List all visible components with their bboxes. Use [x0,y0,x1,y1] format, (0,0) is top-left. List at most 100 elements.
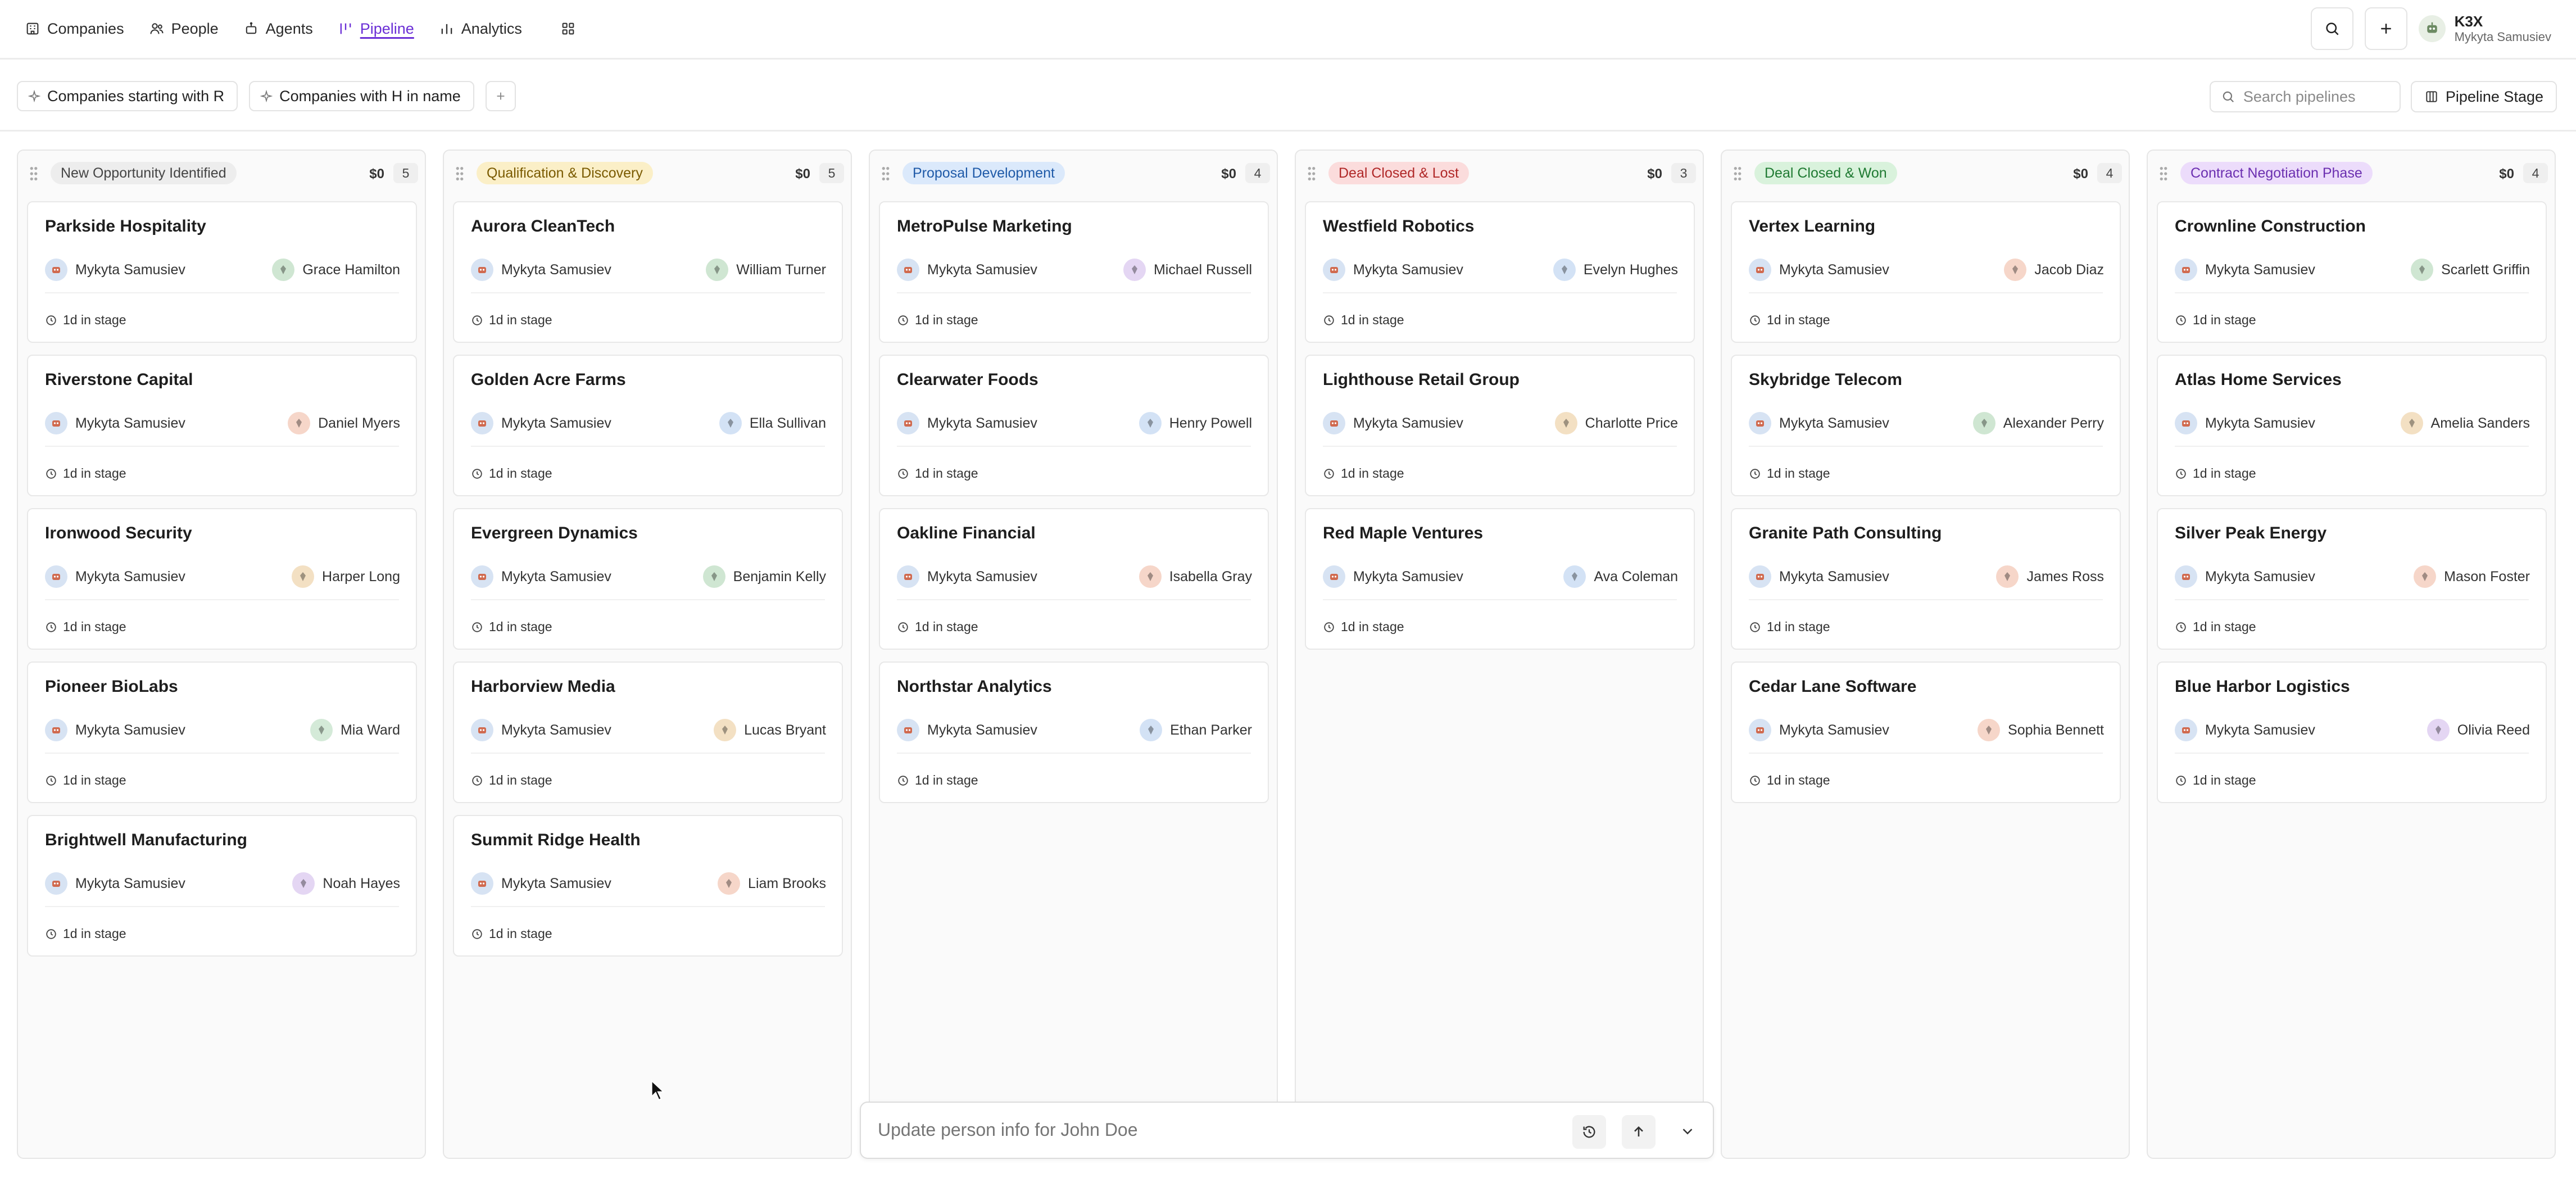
time-in-stage: 1d in stage [471,773,552,788]
deal-card[interactable]: Pioneer BioLabs Mykyta Samusiev Mia Ward 1d… [27,662,417,803]
deal-owner-name: Mykyta Samusiev [501,722,611,738]
chevron-down-icon[interactable] [1679,1123,1696,1140]
nav-agents[interactable]: Agents [243,0,313,57]
deal-owner-name: Mykyta Samusiev [501,568,611,585]
deal-contact[interactable]: Michael Russell [1123,259,1252,281]
deal-contact[interactable]: James Ross [1996,565,2104,588]
filter-chip[interactable]: Companies starting with R [17,81,238,111]
drag-handle-icon[interactable] [28,165,39,182]
deal-contact[interactable]: Ava Coleman [1563,565,1678,588]
owner-avatar [2175,719,2197,741]
stage-count-badge: 4 [1245,163,1270,183]
clock-icon [2176,315,2186,325]
deal-card[interactable]: Lighthouse Retail Group Mykyta Samusiev Ch… [1305,355,1695,496]
deal-card[interactable]: Blue Harbor Logistics Mykyta Samusiev Oliv… [2157,662,2547,803]
deal-card[interactable]: Northstar Analytics Mykyta Samusiev Ethan … [879,662,1269,803]
deal-card[interactable]: Harborview Media Mykyta Samusiev Lucas Bry… [453,662,843,803]
nav-people[interactable]: People [149,0,219,57]
deal-contact[interactable]: William Turner [706,259,826,281]
deal-card[interactable]: MetroPulse Marketing Mykyta Samusiev Micha… [879,201,1269,343]
deal-contact[interactable]: Daniel Myers [288,412,400,434]
deal-company-name: Harborview Media [471,677,615,696]
deal-contact[interactable]: Alexander Perry [1972,412,2104,434]
contact-avatar [2414,565,2437,588]
deal-contact[interactable]: Henry Powell [1139,412,1252,434]
card-divider [471,292,825,293]
group-by-stage-button[interactable]: Pipeline Stage [2410,81,2557,112]
time-in-stage: 1d in stage [1749,466,1830,481]
deal-contact[interactable]: Ella Sullivan [719,412,826,434]
contact-avatar-icon [711,572,717,581]
deal-contact[interactable]: Harper Long [292,565,400,588]
deal-contact[interactable]: Jacob Diaz [2004,259,2104,281]
deal-card[interactable]: Parkside Hospitality Mykyta Samusiev Grace… [27,201,417,343]
stage-column: Proposal Development $0 4 MetroPulse Market… [869,149,1278,1159]
search-pipelines-input[interactable]: Search pipelines [2209,81,2401,112]
deal-owner: Mykyta Samusiev [471,872,611,895]
nav-companies[interactable]: Companies [25,0,124,57]
deal-contact[interactable]: Mason Foster [2414,565,2530,588]
deal-company-name: Crownline Construction [2175,217,2366,235]
nav-analytics[interactable]: Analytics [439,0,522,57]
apps-grid-button[interactable] [556,16,580,41]
deal-contact[interactable]: Amelia Sanders [2400,412,2530,434]
drag-handle-icon[interactable] [2158,165,2169,182]
user-menu[interactable]: K3X Mykyta Samusiev [2418,13,2551,44]
drag-handle-icon[interactable] [1306,165,1317,182]
contact-avatar-icon [1131,265,1137,274]
deal-card[interactable]: Oakline Financial Mykyta Samusiev Isabella… [879,508,1269,650]
deal-card[interactable]: Golden Acre Farms Mykyta Samusiev Ella Sul… [453,355,843,496]
deal-contact[interactable]: Isabella Gray [1139,565,1252,588]
stage-name-pill: Contract Negotiation Phase [2180,162,2373,184]
deal-card[interactable]: Evergreen Dynamics Mykyta Samusiev Benjami… [453,508,843,650]
deal-contact[interactable]: Mia Ward [310,719,400,741]
drag-handle-icon[interactable] [880,165,891,182]
group-by-label: Pipeline Stage [2445,88,2543,105]
deal-contact[interactable]: Scarlett Griffin [2411,259,2530,281]
deal-owner-name: Mykyta Samusiev [501,261,611,278]
nav-pipeline[interactable]: Pipeline [338,0,414,57]
deal-card[interactable]: Atlas Home Services Mykyta Samusiev Amelia… [2157,355,2547,496]
deal-card[interactable]: Brightwell Manufacturing Mykyta Samusiev N… [27,815,417,957]
deal-card[interactable]: Ironwood Security Mykyta Samusiev Harper L… [27,508,417,650]
deal-contact[interactable]: Sophia Bennett [1978,719,2104,741]
chat-input[interactable] [878,1120,1552,1140]
deal-card[interactable]: Aurora CleanTech Mykyta Samusiev William T… [453,201,843,343]
drag-handle-icon[interactable] [454,165,465,182]
search-icon [2223,91,2234,102]
deal-card[interactable]: Silver Peak Energy Mykyta Samusiev Mason F… [2157,508,2547,650]
deal-card[interactable]: Cedar Lane Software Mykyta Samusiev Sophia… [1731,662,2121,803]
deal-card[interactable]: Westfield Robotics Mykyta Samusiev Evelyn … [1305,201,1695,343]
user-subtitle: Mykyta Samusiev [2454,30,2551,44]
create-new-button[interactable] [2364,7,2407,50]
deal-card[interactable]: Skybridge Telecom Mykyta Samusiev Alexande… [1731,355,2121,496]
deal-contact[interactable]: Olivia Reed [2427,719,2530,741]
deal-card[interactable]: Clearwater Foods Mykyta Samusiev Henry Pow… [879,355,1269,496]
deal-card[interactable]: Vertex Learning Mykyta Samusiev Jacob Diaz… [1731,201,2121,343]
deal-card[interactable]: Summit Ridge Health Mykyta Samusiev Liam B… [453,815,843,957]
deal-card[interactable]: Red Maple Ventures Mykyta Samusiev Ava Col… [1305,508,1695,650]
deal-contact[interactable]: Noah Hayes [292,872,400,895]
deal-owner: Mykyta Samusiev [1323,412,1463,434]
deal-contact-name: Alexander Perry [2003,415,2104,431]
global-search-button[interactable] [2310,7,2353,50]
contact-avatar [1123,259,1146,281]
deal-owner-name: Mykyta Samusiev [1353,568,1463,585]
deal-contact[interactable]: Grace Hamilton [272,259,400,281]
send-button[interactable] [1622,1115,1656,1149]
deal-contact[interactable]: Evelyn Hughes [1553,259,1678,281]
deal-card[interactable]: Riverstone Capital Mykyta Samusiev Daniel … [27,355,417,496]
drag-handle-icon[interactable] [1732,165,1743,182]
deal-contact[interactable]: Benjamin Kelly [702,565,826,588]
deal-card[interactable]: Crownline Construction Mykyta Samusiev Sca… [2157,201,2547,343]
deal-contact[interactable]: Ethan Parker [1140,719,1252,741]
add-filter-button[interactable] [485,81,516,111]
time-in-stage-label: 1d in stage [915,773,978,787]
deal-card[interactable]: Granite Path Consulting Mykyta Samusiev Ja… [1731,508,2121,650]
filter-chip[interactable]: Companies with H in name [249,81,474,111]
deal-contact[interactable]: Liam Brooks [718,872,826,895]
deal-contact[interactable]: Charlotte Price [1554,412,1678,434]
deal-contact[interactable]: Lucas Bryant [714,719,826,741]
stage-column: Qualification & Discovery $0 5 Aurora Clean… [443,149,852,1159]
history-button[interactable] [1572,1115,1606,1149]
